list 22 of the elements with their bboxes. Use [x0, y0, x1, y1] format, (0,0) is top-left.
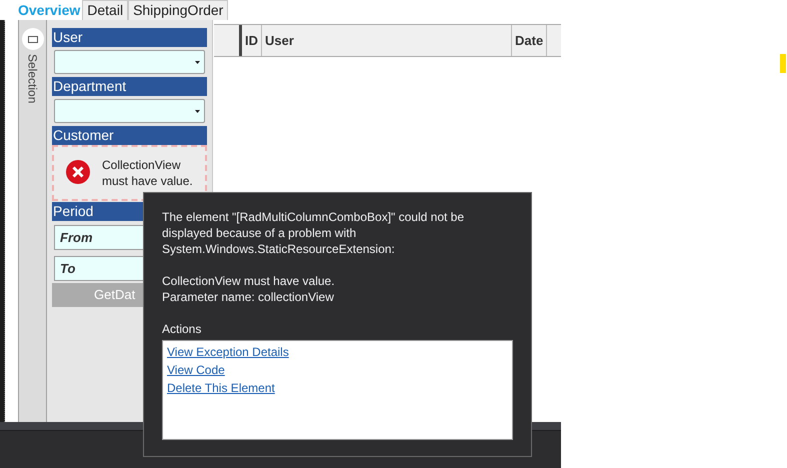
action-link[interactable]: View Code — [167, 361, 225, 379]
dropdown-caret-icon — [195, 60, 200, 64]
dropdown-field[interactable] — [54, 99, 205, 123]
strip-label: Selection — [24, 54, 40, 104]
column-header[interactable]: User — [262, 25, 512, 56]
dropdown-field[interactable] — [54, 50, 205, 74]
tab[interactable]: Detail — [82, 0, 128, 20]
error-message: CollectionView must have value. — [102, 157, 194, 189]
section-header: Customer — [52, 126, 207, 145]
action-link[interactable]: View Exception Details — [167, 343, 289, 361]
marker — [780, 54, 786, 73]
column-header[interactable]: ID — [242, 25, 262, 56]
column-header[interactable]: Date — [512, 25, 548, 56]
section-header: User — [52, 28, 207, 47]
collapsed-side-strip[interactable]: Selection — [18, 20, 47, 422]
expand-icon — [22, 28, 44, 50]
actions-title: Actions — [162, 321, 202, 337]
section-header: Department — [52, 77, 207, 96]
tab[interactable]: ShippingOrder — [128, 0, 228, 20]
action-link[interactable]: Delete This Element — [167, 379, 275, 397]
dropdown-caret-icon — [195, 110, 200, 112]
error-icon — [66, 160, 90, 184]
